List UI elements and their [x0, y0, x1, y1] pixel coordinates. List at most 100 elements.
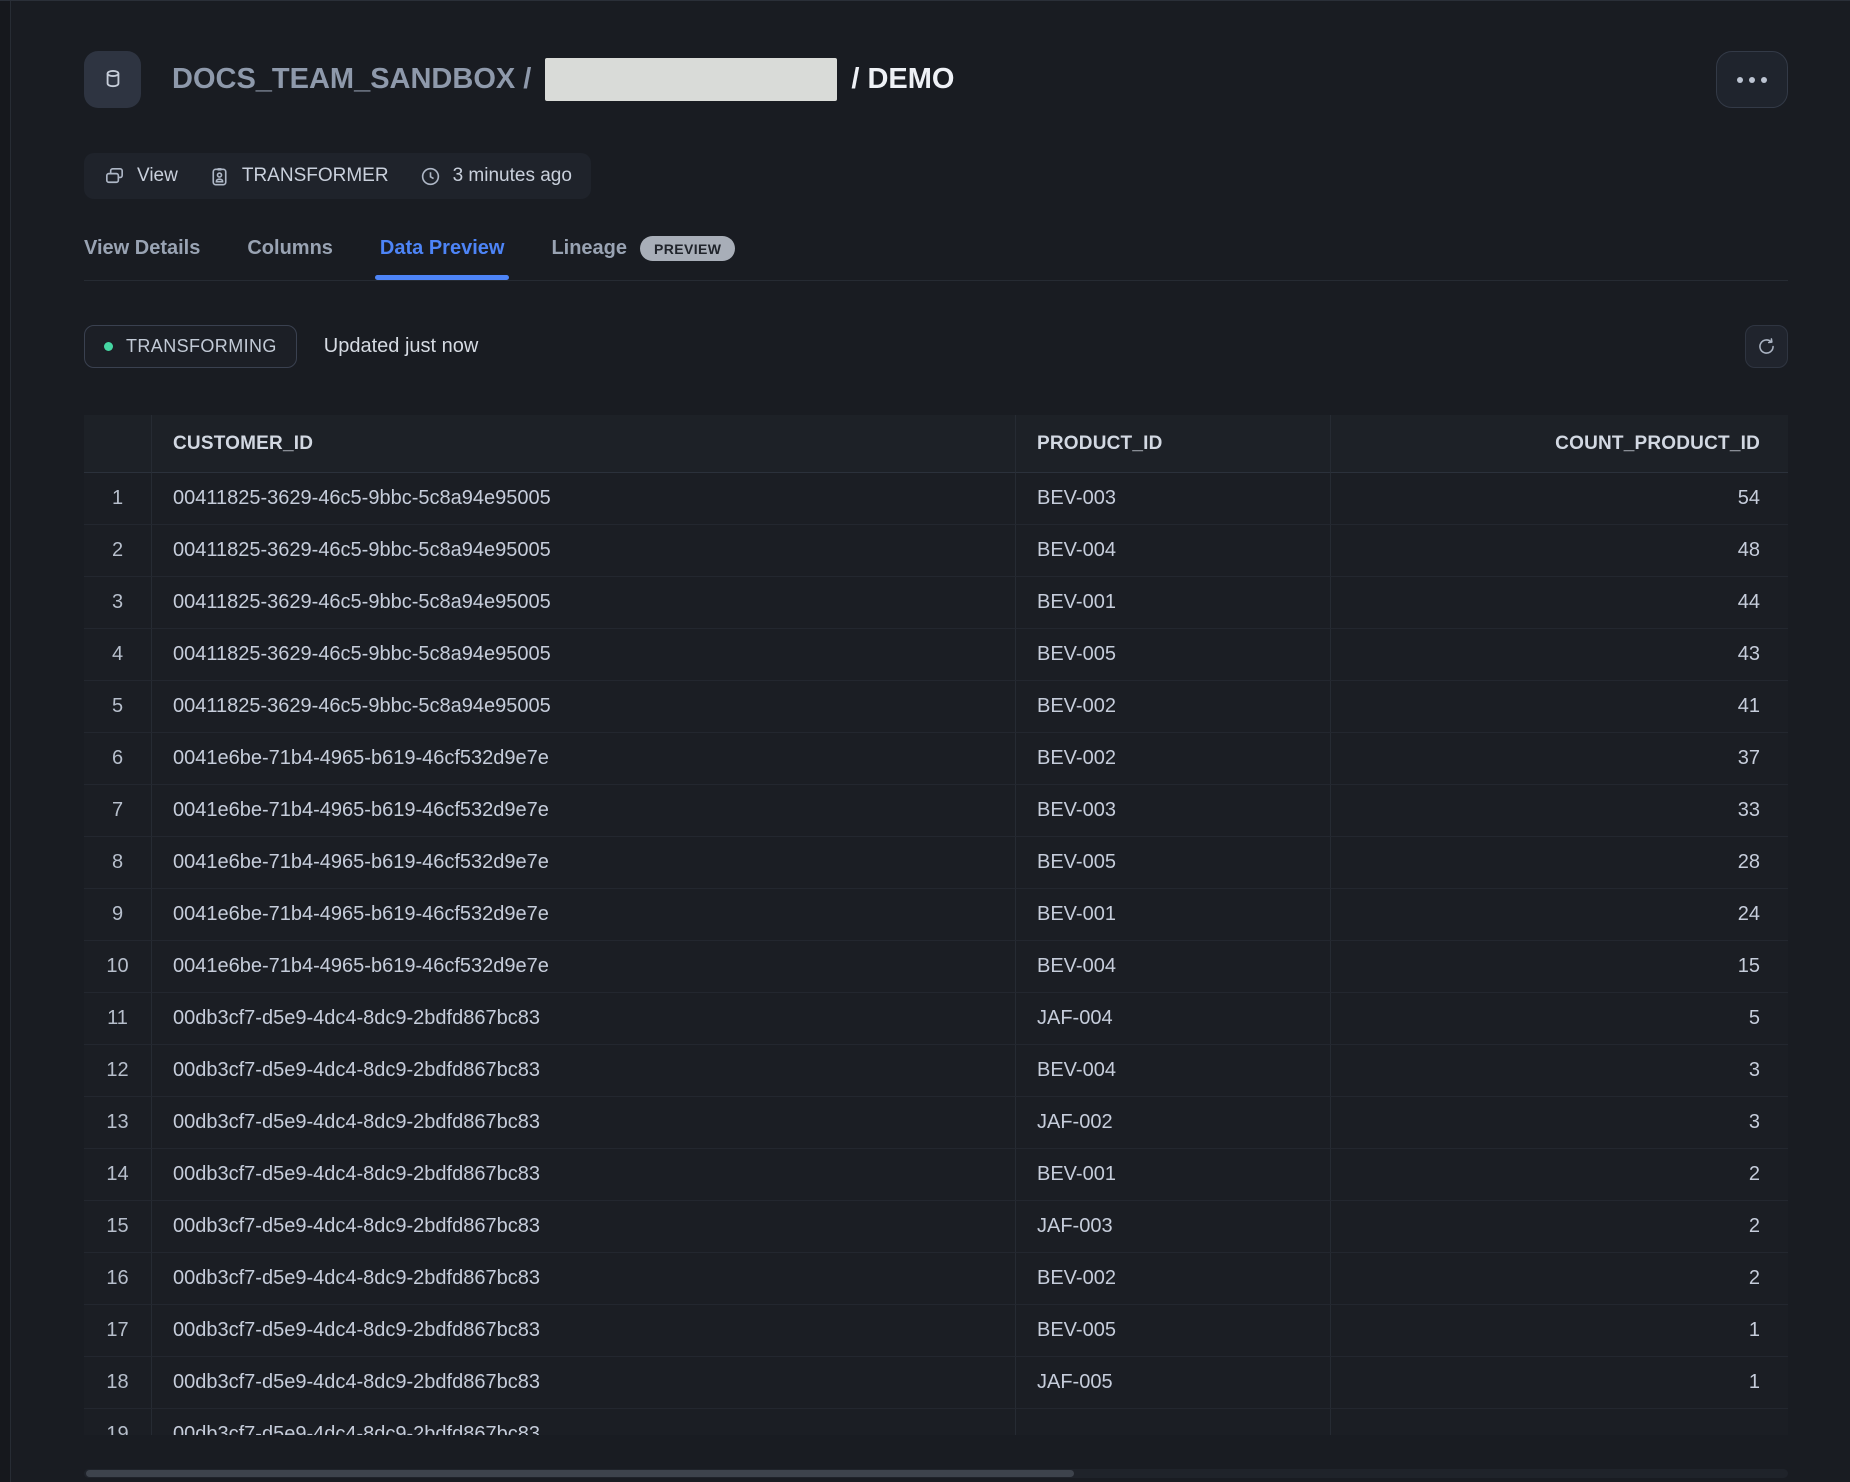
customer-id-cell: 00411825-3629-46c5-9bbc-5c8a94e95005: [152, 577, 1016, 629]
tab-bar: View Details Columns Data Preview Lineag…: [84, 236, 1788, 281]
more-actions-button[interactable]: [1716, 51, 1788, 108]
row-index-cell: 12: [84, 1045, 152, 1097]
database-object-tile: [84, 51, 141, 108]
product-id-cell: BEV-002: [1016, 681, 1331, 733]
object-role-label: TRANSFORMER: [242, 165, 389, 187]
product-id-cell: BEV-005: [1016, 629, 1331, 681]
database-icon: [100, 67, 126, 93]
tab-data-preview[interactable]: Data Preview: [380, 237, 505, 279]
count-cell: 2: [1331, 1253, 1788, 1305]
table-row: 1700db3cf7-d5e9-4dc4-8dc9-2bdfd867bc83BE…: [84, 1305, 1788, 1357]
transforming-status-badge: TRANSFORMING: [84, 325, 297, 368]
count-cell: 2: [1331, 1149, 1788, 1201]
product-id-cell: BEV-003: [1016, 473, 1331, 525]
status-label: TRANSFORMING: [126, 336, 277, 357]
table-row: 70041e6be-71b4-4965-b619-46cf532d9e7eBEV…: [84, 785, 1788, 837]
product-id-cell: JAF-003: [1016, 1201, 1331, 1253]
tab-view-details[interactable]: View Details: [84, 237, 200, 279]
row-index-cell: 9: [84, 889, 152, 941]
object-type-label: View: [137, 165, 178, 187]
object-type-badge: View: [103, 165, 178, 188]
table-row: 1600db3cf7-d5e9-4dc4-8dc9-2bdfd867bc83BE…: [84, 1253, 1788, 1305]
object-age-badge: 3 minutes ago: [419, 165, 572, 188]
count-cell: 37: [1331, 733, 1788, 785]
customer-id-cell: 0041e6be-71b4-4965-b619-46cf532d9e7e: [152, 837, 1016, 889]
product-id-cell: JAF-002: [1016, 1097, 1331, 1149]
object-age-label: 3 minutes ago: [453, 165, 572, 187]
count-cell: 44: [1331, 577, 1788, 629]
table-body: 100411825-3629-46c5-9bbc-5c8a94e95005BEV…: [84, 473, 1788, 1409]
title-object-name: / DEMO: [851, 63, 954, 96]
customer-id-cell: 00db3cf7-d5e9-4dc4-8dc9-2bdfd867bc83: [152, 993, 1016, 1045]
title-path-prefix: DOCS_TEAM_SANDBOX /: [172, 63, 531, 96]
count-cell: 3: [1331, 1045, 1788, 1097]
product-id-cell: BEV-001: [1016, 1149, 1331, 1201]
row-index-cell: 19: [84, 1409, 152, 1435]
product-id-cell: BEV-004: [1016, 941, 1331, 993]
row-index-cell: 13: [84, 1097, 152, 1149]
customer-id-cell: 00db3cf7-d5e9-4dc4-8dc9-2bdfd867bc83: [152, 1357, 1016, 1409]
product-id-cell: [1016, 1409, 1331, 1435]
row-index-cell: 7: [84, 785, 152, 837]
object-meta-bar: View TRANSFORMER 3 minutes ago: [84, 153, 591, 199]
customer-id-cell: 0041e6be-71b4-4965-b619-46cf532d9e7e: [152, 733, 1016, 785]
count-cell: 33: [1331, 785, 1788, 837]
row-index-header: [84, 415, 152, 473]
row-index-cell: 10: [84, 941, 152, 993]
table-row: 1100db3cf7-d5e9-4dc4-8dc9-2bdfd867bc83JA…: [84, 993, 1788, 1045]
tab-columns[interactable]: Columns: [247, 237, 333, 279]
column-header-product-id: PRODUCT_ID: [1016, 415, 1331, 473]
table-row: 100411825-3629-46c5-9bbc-5c8a94e95005BEV…: [84, 473, 1788, 525]
tab-lineage[interactable]: Lineage PREVIEW: [551, 236, 735, 280]
table-row: 1800db3cf7-d5e9-4dc4-8dc9-2bdfd867bc83JA…: [84, 1357, 1788, 1409]
table-row: 1900db3cf7-d5e9-4dc4-8dc9-2bdfd867bc83: [84, 1409, 1788, 1435]
customer-id-cell: 00db3cf7-d5e9-4dc4-8dc9-2bdfd867bc83: [152, 1201, 1016, 1253]
product-id-cell: BEV-001: [1016, 889, 1331, 941]
product-id-cell: BEV-002: [1016, 733, 1331, 785]
table-row: 300411825-3629-46c5-9bbc-5c8a94e95005BEV…: [84, 577, 1788, 629]
customer-id-cell: 00db3cf7-d5e9-4dc4-8dc9-2bdfd867bc83: [152, 1045, 1016, 1097]
count-cell: 28: [1331, 837, 1788, 889]
count-cell: 41: [1331, 681, 1788, 733]
data-preview-table: CUSTOMER_ID PRODUCT_ID COUNT_PRODUCT_ID …: [84, 415, 1788, 1435]
table-row: 1500db3cf7-d5e9-4dc4-8dc9-2bdfd867bc83JA…: [84, 1201, 1788, 1253]
customer-id-cell: 00db3cf7-d5e9-4dc4-8dc9-2bdfd867bc83: [152, 1097, 1016, 1149]
row-index-cell: 1: [84, 473, 152, 525]
count-cell: 1: [1331, 1305, 1788, 1357]
count-cell: 43: [1331, 629, 1788, 681]
horizontal-scrollbar-thumb[interactable]: [86, 1470, 1074, 1477]
clock-icon: [419, 165, 442, 188]
id-badge-icon: [208, 165, 231, 188]
row-index-cell: 15: [84, 1201, 152, 1253]
preview-status-row: TRANSFORMING Updated just now: [84, 325, 1788, 368]
refresh-icon: [1756, 336, 1777, 357]
customer-id-cell: 00db3cf7-d5e9-4dc4-8dc9-2bdfd867bc83: [152, 1253, 1016, 1305]
count-cell: 5: [1331, 993, 1788, 1045]
row-index-cell: 14: [84, 1149, 152, 1201]
horizontal-scrollbar-track[interactable]: [84, 1469, 1788, 1478]
customer-id-cell: 00411825-3629-46c5-9bbc-5c8a94e95005: [152, 525, 1016, 577]
customer-id-cell: 0041e6be-71b4-4965-b619-46cf532d9e7e: [152, 941, 1016, 993]
count-cell: [1331, 1409, 1788, 1435]
table-row: 200411825-3629-46c5-9bbc-5c8a94e95005BEV…: [84, 525, 1788, 577]
row-index-cell: 8: [84, 837, 152, 889]
row-index-cell: 17: [84, 1305, 152, 1357]
row-index-cell: 5: [84, 681, 152, 733]
table-header-row: CUSTOMER_ID PRODUCT_ID COUNT_PRODUCT_ID: [84, 415, 1788, 473]
row-index-cell: 3: [84, 577, 152, 629]
page-header: DOCS_TEAM_SANDBOX / / DEMO: [84, 51, 1788, 108]
refresh-button[interactable]: [1745, 325, 1788, 368]
count-cell: 48: [1331, 525, 1788, 577]
partial-row-clip: 1900db3cf7-d5e9-4dc4-8dc9-2bdfd867bc83: [84, 1409, 1788, 1435]
customer-id-cell: 0041e6be-71b4-4965-b619-46cf532d9e7e: [152, 889, 1016, 941]
product-id-cell: BEV-004: [1016, 1045, 1331, 1097]
count-cell: 1: [1331, 1357, 1788, 1409]
redacted-schema-name: [545, 58, 837, 101]
table-row: 1300db3cf7-d5e9-4dc4-8dc9-2bdfd867bc83JA…: [84, 1097, 1788, 1149]
product-id-cell: BEV-002: [1016, 1253, 1331, 1305]
count-cell: 24: [1331, 889, 1788, 941]
status-dot-icon: [104, 342, 113, 351]
product-id-cell: BEV-001: [1016, 577, 1331, 629]
count-cell: 15: [1331, 941, 1788, 993]
column-header-customer-id: CUSTOMER_ID: [152, 415, 1016, 473]
